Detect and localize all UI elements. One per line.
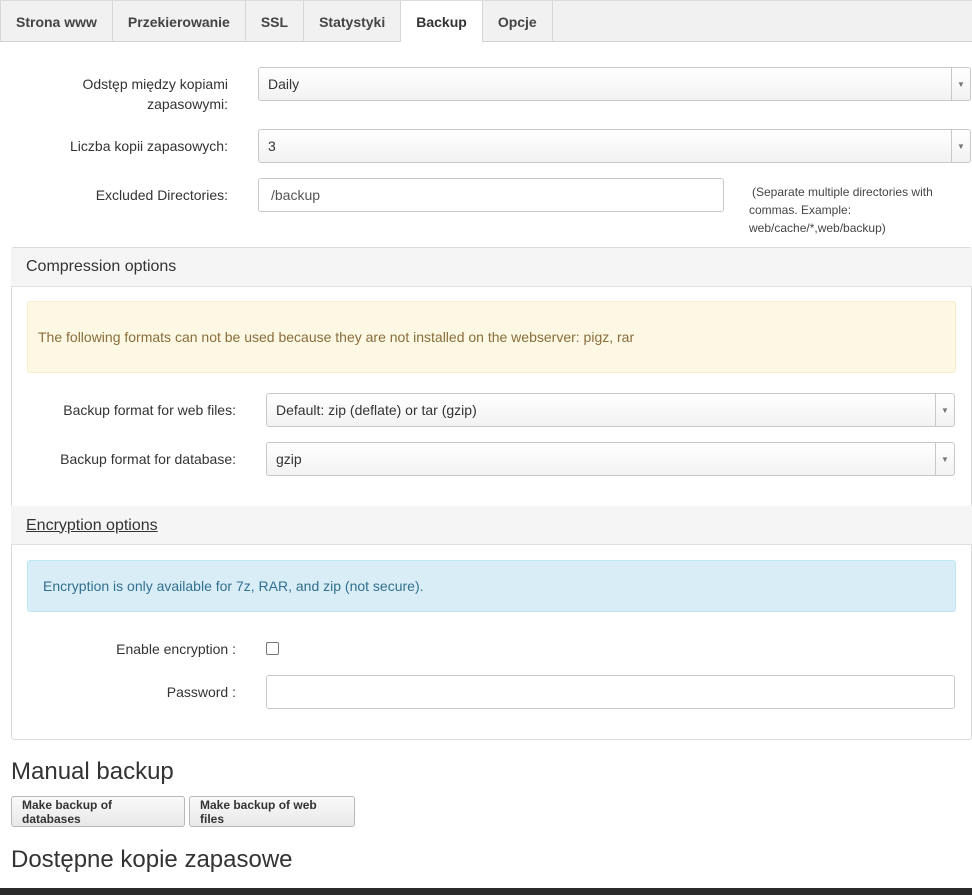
interval-select[interactable]: Daily ▼ xyxy=(258,67,971,101)
chevron-down-icon[interactable]: ▼ xyxy=(935,394,954,426)
excluded-hint-line1: (Separate multiple directories with xyxy=(752,185,933,199)
tab-ssl[interactable]: SSL xyxy=(246,1,305,42)
encryption-panel-title[interactable]: Encryption options xyxy=(11,506,972,545)
chevron-down-icon[interactable]: ▼ xyxy=(951,68,970,100)
tab-statystyki[interactable]: Statystyki xyxy=(304,1,402,42)
excluded-label: Excluded Directories: xyxy=(95,187,228,203)
excluded-hint-line3: web/cache/*,web/backup) xyxy=(749,221,886,235)
enable-encryption-checkbox[interactable] xyxy=(266,642,279,655)
password-label: Password : xyxy=(166,684,236,700)
password-input[interactable] xyxy=(266,675,955,709)
interval-select-value: Daily xyxy=(268,76,300,92)
db-format-label: Backup format for database: xyxy=(60,451,236,467)
backup-web-files-button[interactable]: Make backup of web files xyxy=(189,796,355,827)
interval-label-line1: Odstęp między kopiami xyxy=(82,76,228,92)
chevron-down-icon[interactable]: ▼ xyxy=(935,443,954,475)
copies-select[interactable]: 3 ▼ xyxy=(258,129,971,163)
encryption-info-alert: Encryption is only available for 7z, RAR… xyxy=(27,560,956,612)
copies-label: Liczba kopii zapasowych: xyxy=(70,138,228,154)
excluded-hint-line2: commas. Example: xyxy=(749,203,852,217)
chevron-down-icon[interactable]: ▼ xyxy=(951,130,970,162)
compression-warning-alert: The following formats can not be used be… xyxy=(27,301,956,373)
tab-opcje[interactable]: Opcje xyxy=(483,1,553,42)
bottom-bar xyxy=(0,888,972,895)
backup-databases-button[interactable]: Make backup of databases xyxy=(11,796,185,827)
tab-bar: Strona www Przekierowanie SSL Statystyki… xyxy=(0,0,972,43)
db-format-select[interactable]: gzip ▼ xyxy=(266,442,955,476)
db-format-value: gzip xyxy=(276,451,302,467)
enable-encryption-label: Enable encryption : xyxy=(116,641,236,657)
web-format-select[interactable]: Default: zip (deflate) or tar (gzip) ▼ xyxy=(266,393,955,427)
tab-przekierowanie[interactable]: Przekierowanie xyxy=(113,1,246,42)
tab-backup[interactable]: Backup xyxy=(401,1,483,43)
excluded-directories-input[interactable]: /backup xyxy=(258,178,724,212)
copies-select-value: 3 xyxy=(268,138,276,154)
excluded-hint: (Separate multiple directories with comm… xyxy=(749,183,969,237)
manual-backup-heading: Manual backup xyxy=(11,758,174,785)
web-format-value: Default: zip (deflate) or tar (gzip) xyxy=(276,402,477,418)
excluded-directories-value: /backup xyxy=(271,187,321,203)
tab-strona-www[interactable]: Strona www xyxy=(0,1,113,42)
available-backups-heading: Dostępne kopie zapasowe xyxy=(11,846,293,873)
interval-label-line2: zapasowymi: xyxy=(147,96,228,112)
encryption-title-link[interactable]: Encryption options xyxy=(26,517,158,535)
interval-label: Odstęp między kopiami zapasowymi: xyxy=(40,74,228,114)
web-format-label: Backup format for web files: xyxy=(63,402,236,418)
compression-panel-title: Compression options xyxy=(11,248,972,287)
